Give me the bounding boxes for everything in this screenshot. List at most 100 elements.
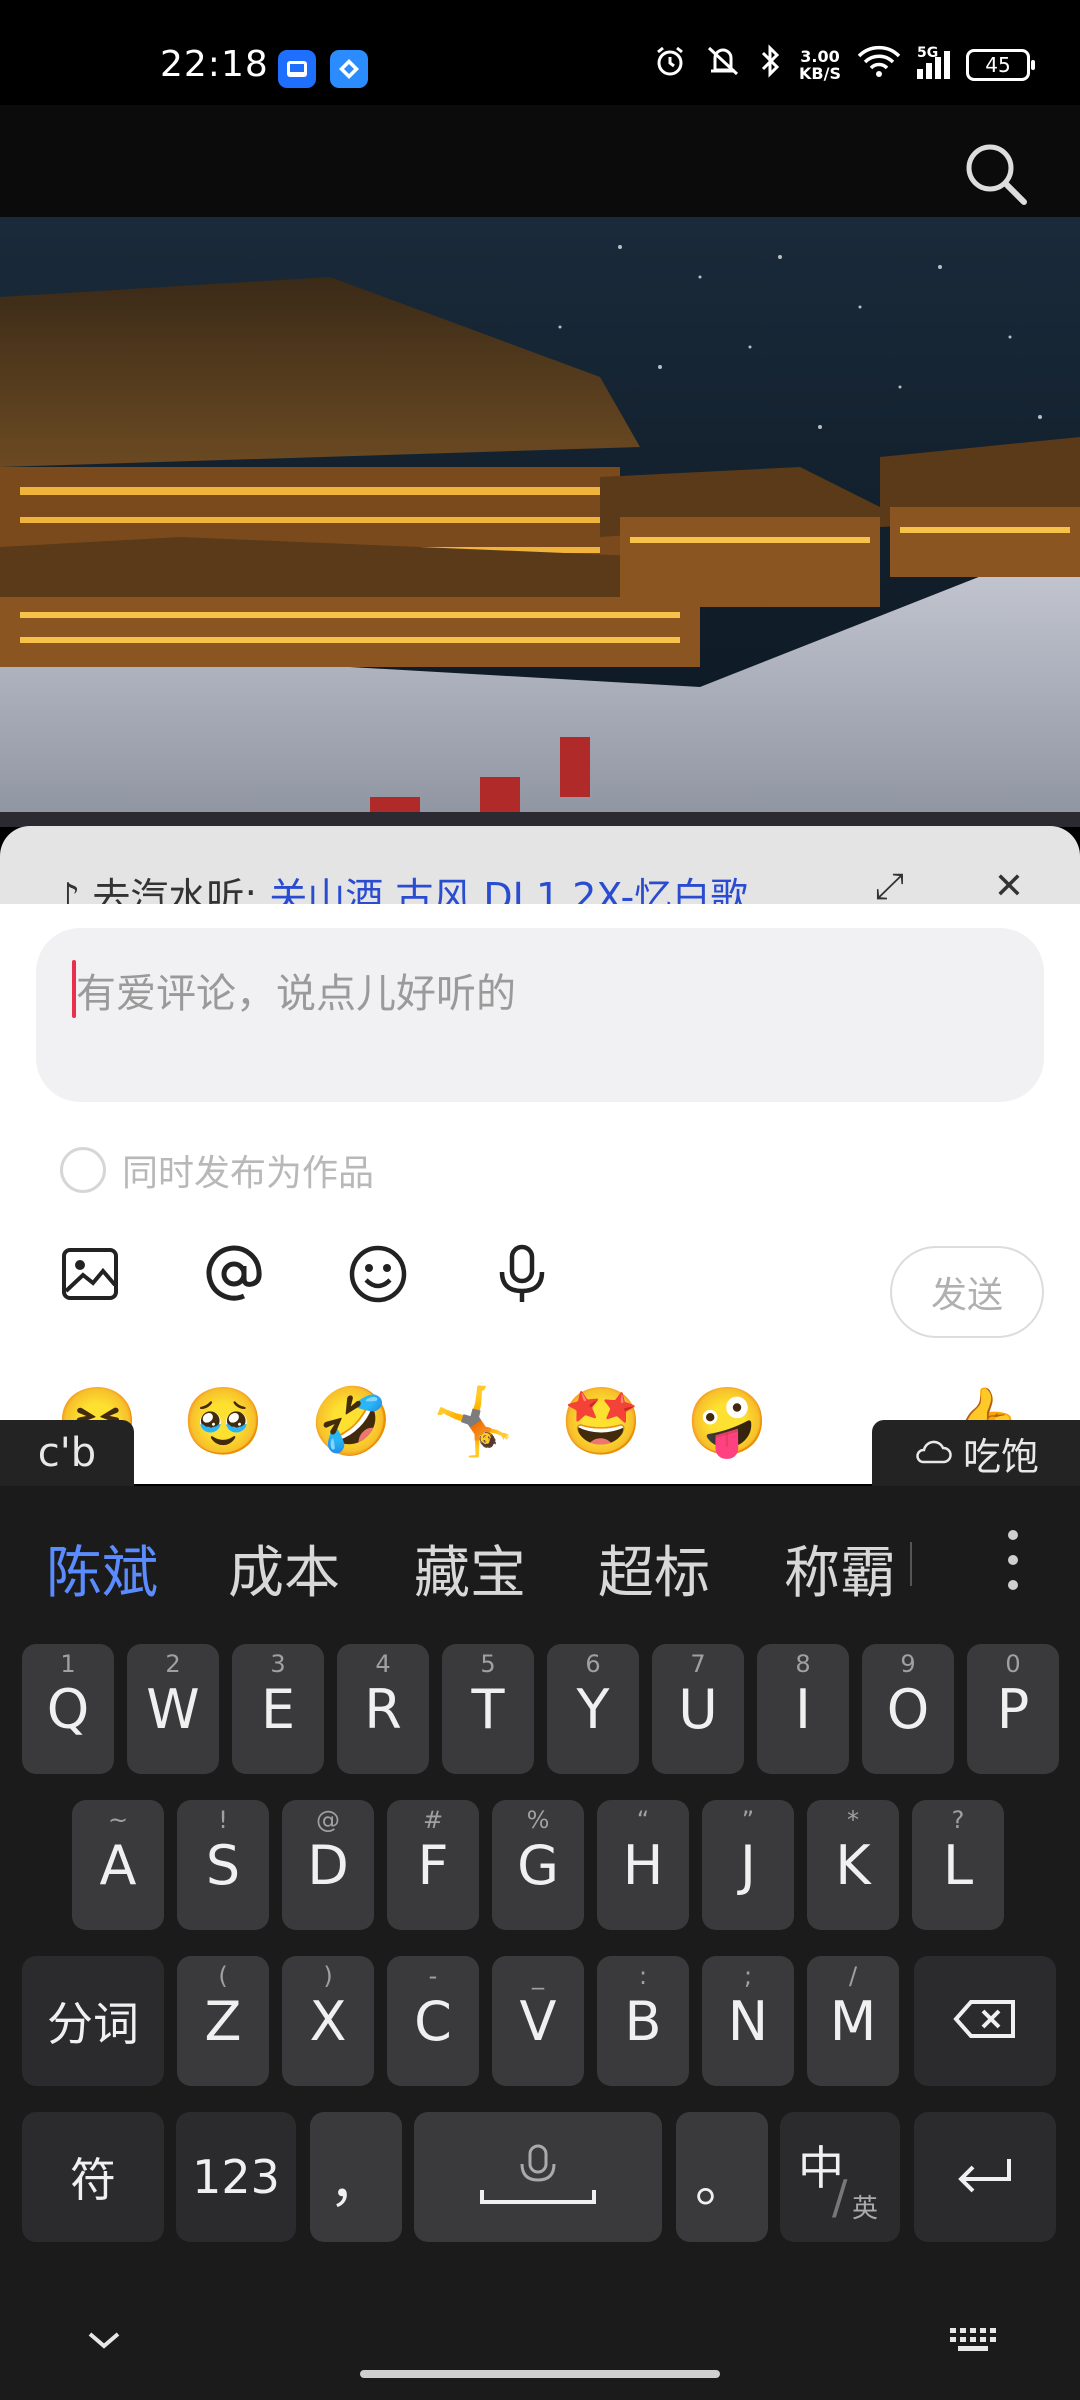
- backspace-key[interactable]: [914, 1956, 1056, 2086]
- emoji-item[interactable]: 🤸: [432, 1384, 514, 1460]
- key-secondary-label: 7: [690, 1650, 706, 1678]
- key-c[interactable]: -C: [387, 1956, 479, 2086]
- key-label: S: [205, 1833, 241, 1897]
- key-l[interactable]: ? L: [912, 1800, 1004, 1930]
- keyboard-switch-icon[interactable]: [948, 2326, 998, 2360]
- key-label: I: [795, 1677, 811, 1741]
- comma-key-label: ，: [329, 2150, 383, 2214]
- key-x[interactable]: ) X: [282, 1956, 374, 2086]
- music-song-title[interactable]: 关山酒 古风 DJ 1.2X-忆白歌: [269, 875, 748, 906]
- cloud-icon: [913, 1431, 953, 1475]
- period-key[interactable]: 。: [676, 2112, 768, 2242]
- close-icon[interactable]: ✕: [994, 866, 1024, 906]
- candidate-item[interactable]: 陈斌: [46, 1528, 158, 1609]
- key-u[interactable]: 7U: [652, 1644, 744, 1774]
- lang-key-slash: /: [832, 2170, 848, 2224]
- more-candidates-icon[interactable]: [1006, 1530, 1020, 1590]
- key-label: B: [624, 1989, 662, 2053]
- key-p[interactable]: 0P: [967, 1644, 1059, 1774]
- emoji-icon[interactable]: [348, 1244, 408, 1304]
- key-secondary-label: ~: [107, 1806, 129, 1834]
- language-switch-key[interactable]: 中 / 英: [780, 2112, 900, 2242]
- key-secondary-label: _: [532, 1962, 544, 1990]
- key-label: A: [99, 1833, 137, 1897]
- key-label: N: [727, 1989, 769, 2053]
- hide-keyboard-icon[interactable]: [86, 2328, 122, 2356]
- key-h[interactable]: “H: [597, 1800, 689, 1930]
- key-g[interactable]: % G: [492, 1800, 584, 1930]
- key-secondary-label: 5: [480, 1650, 496, 1678]
- ime-cloud-suggestion[interactable]: 吃饱: [872, 1420, 1080, 1486]
- emoji-item[interactable]: 🤩: [560, 1384, 642, 1460]
- candidate-divider: [910, 1542, 912, 1586]
- key-e[interactable]: 3E: [232, 1644, 324, 1774]
- image-icon[interactable]: [60, 1244, 120, 1304]
- segment-key[interactable]: 分词: [22, 1956, 164, 2086]
- key-r[interactable]: 4R: [337, 1644, 429, 1774]
- comma-key[interactable]: ，: [310, 2112, 402, 2242]
- net-speed-unit: KB/S: [799, 63, 841, 83]
- key-secondary-label: #: [422, 1806, 444, 1834]
- key-secondary-label: 6: [585, 1650, 601, 1678]
- key-m[interactable]: / M: [807, 1956, 899, 2086]
- key-secondary-label: “: [636, 1806, 650, 1834]
- key-s[interactable]: ! S: [177, 1800, 269, 1930]
- expand-icon[interactable]: ⤢: [875, 866, 904, 906]
- key-z[interactable]: (Z: [177, 1956, 269, 2086]
- music-prefix: 去汽水听:: [92, 875, 270, 906]
- video-player[interactable]: [0, 217, 1080, 827]
- key-k[interactable]: * K: [807, 1800, 899, 1930]
- comment-toolbar: [60, 1244, 552, 1304]
- cell-signal-icon: 5G: [917, 45, 950, 79]
- publish-as-work-option[interactable]: 同时发布为作品: [60, 1144, 374, 1196]
- emoji-item[interactable]: 🤣: [310, 1384, 392, 1460]
- symbol-key[interactable]: 符: [22, 2112, 164, 2242]
- cloud-suggestion-label: 吃饱: [962, 1434, 1039, 1479]
- battery-level: 45: [985, 52, 1011, 77]
- key-secondary-label: :: [638, 1962, 648, 1990]
- key-q[interactable]: 1Q: [22, 1644, 114, 1774]
- send-button[interactable]: 发送: [890, 1246, 1044, 1338]
- key-y[interactable]: 6Y: [547, 1644, 639, 1774]
- key-a[interactable]: ~ A: [72, 1800, 164, 1930]
- mention-icon[interactable]: [204, 1244, 264, 1304]
- status-icons: 3.00 KB/S 5G 45: [653, 44, 1035, 85]
- palace-night-scene-image: [0, 217, 1080, 827]
- key-v[interactable]: _ V: [492, 1956, 584, 2086]
- key-label: U: [678, 1677, 718, 1741]
- key-label: W: [146, 1677, 200, 1741]
- key-label: O: [886, 1677, 930, 1741]
- home-indicator[interactable]: [360, 2370, 720, 2378]
- space-key[interactable]: [414, 2112, 662, 2242]
- comment-input[interactable]: 有爱评论，说点儿好听的: [36, 928, 1044, 1102]
- candidate-item[interactable]: 称霸: [784, 1528, 896, 1609]
- key-j[interactable]: ” J: [702, 1800, 794, 1930]
- key-d[interactable]: @ D: [282, 1800, 374, 1930]
- key-secondary-label: ”: [741, 1806, 755, 1834]
- microphone-icon[interactable]: [492, 1244, 552, 1304]
- music-info[interactable]: ♪ 去汽水听: 关山酒 古风 DJ 1.2X-忆白歌: [56, 866, 748, 906]
- key-secondary-label: -: [428, 1962, 438, 1990]
- candidate-item[interactable]: 成本: [228, 1528, 340, 1609]
- emoji-item[interactable]: 🥹: [182, 1384, 264, 1460]
- key-b[interactable]: :B: [597, 1956, 689, 2086]
- key-w[interactable]: 2W: [127, 1644, 219, 1774]
- key-label: F: [417, 1833, 449, 1897]
- comment-placeholder: 有爱评论，说点儿好听的: [76, 971, 516, 1017]
- enter-key[interactable]: [914, 2112, 1056, 2242]
- key-n[interactable]: ; N: [702, 1956, 794, 2086]
- music-bar[interactable]: ♪ 去汽水听: 关山酒 古风 DJ 1.2X-忆白歌 ⤢ ✕: [0, 826, 1080, 906]
- key-f[interactable]: # F: [387, 1800, 479, 1930]
- search-icon[interactable]: [960, 138, 1030, 208]
- candidate-item[interactable]: 藏宝: [414, 1528, 526, 1609]
- key-i[interactable]: 8I: [757, 1644, 849, 1774]
- key-o[interactable]: 9O: [862, 1644, 954, 1774]
- emoji-item[interactable]: 🤪: [686, 1384, 768, 1460]
- key-label: C: [414, 1989, 452, 2053]
- number-key[interactable]: 123: [176, 2112, 296, 2242]
- lang-key-sub: 英: [852, 2194, 879, 2224]
- publish-radio[interactable]: [60, 1147, 106, 1193]
- key-t[interactable]: 5T: [442, 1644, 534, 1774]
- key-label: Y: [576, 1677, 610, 1741]
- candidate-item[interactable]: 超标: [598, 1528, 710, 1609]
